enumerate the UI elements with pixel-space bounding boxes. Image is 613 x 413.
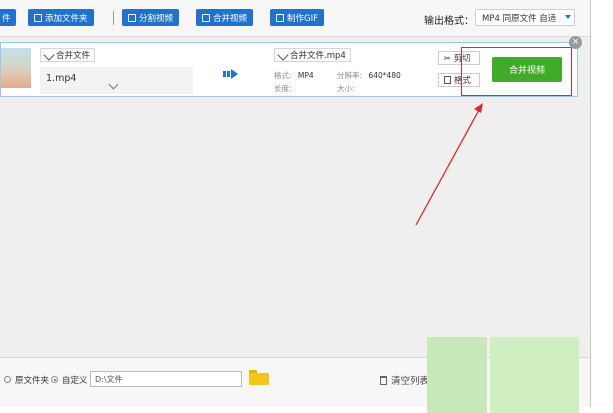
gif-icon [276, 13, 284, 22]
format-value: MP4 [297, 71, 314, 80]
radio-original-label: 原文件夹 [15, 376, 50, 386]
source-file-name: 1.mp4 [46, 73, 77, 84]
folder-icon [34, 13, 42, 22]
output-path-input[interactable] [90, 371, 242, 387]
duration-meta: 长度: [274, 83, 292, 94]
merge-icon [202, 13, 210, 22]
merge-video-tool-button[interactable]: 合并视频 [196, 9, 254, 26]
highlight-box [461, 47, 572, 96]
output-format-value: MP4 同原文件 自适 [482, 13, 557, 24]
toolbar-divider [113, 11, 114, 25]
source-file-box[interactable]: 1.mp4 [40, 67, 193, 94]
output-format-label: 输出格式： [424, 16, 474, 27]
convert-arrow-icon [223, 69, 238, 79]
radio-custom-folder[interactable] [51, 376, 58, 383]
chevron-down-icon [108, 79, 119, 90]
source-rename-tag[interactable]: 合并文件 [40, 48, 96, 62]
add-folder-button[interactable]: 添加文件夹 [28, 9, 94, 26]
duration-key: 长度: [274, 84, 292, 93]
toolbar: 件 添加文件夹 分割视频 合并视频 制作GIF 输出格式： MP4 同原文件 自… [0, 0, 590, 37]
merge-video-tool-label: 合并视频 [213, 13, 248, 24]
pencil-icon [277, 49, 289, 61]
split-icon [128, 13, 136, 22]
add-folder-label: 添加文件夹 [45, 13, 88, 24]
output-rename-tag[interactable]: 合并文件.mp4 [274, 48, 351, 62]
make-gif-label: 制作GIF [287, 13, 318, 24]
add-file-button-label: 件 [2, 13, 11, 24]
scissors-icon: ✂ [444, 53, 451, 63]
resolution-value: 640*480 [368, 71, 401, 80]
split-video-button[interactable]: 分割视频 [122, 9, 180, 26]
size-key: 大小: [337, 84, 355, 93]
bottom-bar: 原文件夹 自定义 清空列表 [0, 357, 590, 407]
chevron-down-icon [565, 15, 571, 19]
radio-original-folder[interactable] [4, 376, 11, 383]
close-icon[interactable]: × [569, 36, 582, 49]
folder-icon[interactable] [249, 370, 269, 385]
pencil-icon [43, 49, 55, 61]
add-file-button[interactable]: 件 [0, 9, 16, 26]
clear-list-label: 清空列表 [391, 376, 430, 387]
make-gif-button[interactable]: 制作GIF [270, 9, 324, 26]
size-meta: 大小: [337, 83, 355, 94]
output-file-name: 合并文件.mp4 [290, 51, 346, 61]
source-rename-label: 合并文件 [56, 51, 91, 61]
video-thumbnail [1, 48, 31, 88]
format-meta: 格式: MP4 [274, 70, 314, 81]
trash-icon [380, 375, 387, 385]
output-format-select[interactable]: MP4 同原文件 自适 [475, 9, 575, 26]
format-key: 格式: [274, 71, 292, 80]
resolution-meta: 分辨率: 640*480 [337, 70, 401, 81]
app-window: 件 添加文件夹 分割视频 合并视频 制作GIF 输出格式： MP4 同原文件 自… [0, 0, 591, 407]
settings-icon [444, 76, 451, 84]
radio-custom-label: 自定义 [62, 376, 88, 386]
resolution-key: 分辨率: [337, 71, 363, 80]
split-video-label: 分割视频 [139, 13, 174, 24]
clear-list-button[interactable]: 清空列表 [380, 373, 429, 387]
